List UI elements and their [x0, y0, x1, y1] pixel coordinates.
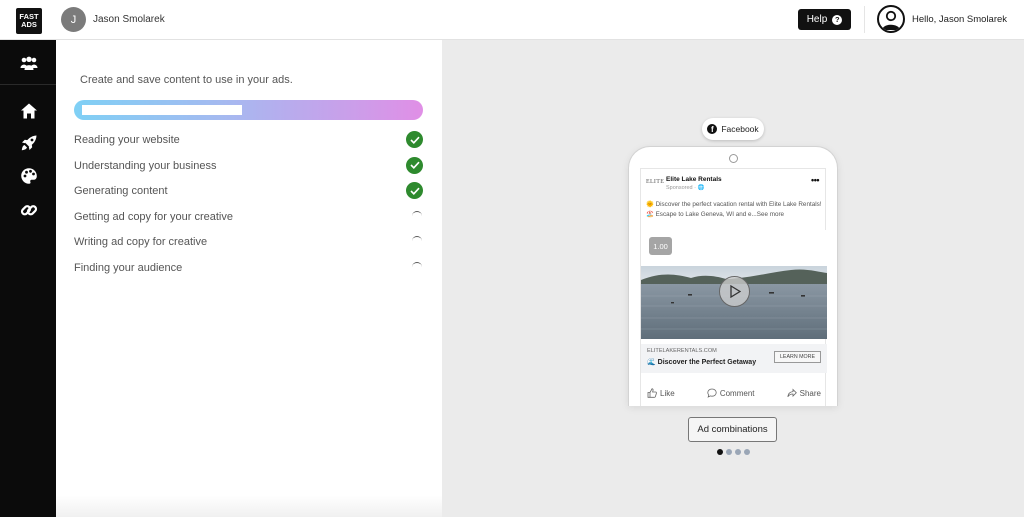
link-preview[interactable]: ELITELAKERENTALS.COM 🌊 Discover the Perf…: [641, 344, 827, 373]
pagination-dot[interactable]: [717, 449, 723, 455]
step-understanding-business: Understanding your business: [74, 156, 424, 182]
user-avatar: J: [61, 7, 86, 32]
share-label: Share: [799, 388, 821, 398]
thumbs-up-icon: [647, 388, 657, 398]
learn-more-button[interactable]: LEARN MORE: [774, 351, 821, 363]
header-divider: [864, 6, 865, 33]
step-label: Finding your audience: [74, 261, 183, 274]
page-name[interactable]: Elite Lake Rentals: [666, 176, 722, 183]
link-headline: 🌊 Discover the Perfect Getaway: [647, 359, 757, 366]
greeting-text: Hello, Jason Smolarek: [912, 13, 1008, 25]
top-bar: FAST ADS J Jason Smolarek Help ? Hello, …: [0, 0, 1024, 40]
team-icon[interactable]: [18, 53, 40, 75]
play-button[interactable]: [719, 276, 750, 307]
step-list: Reading your website Understanding your …: [74, 130, 424, 284]
ad-combinations-button[interactable]: Ad combinations: [688, 417, 777, 442]
more-options-icon[interactable]: •••: [811, 175, 819, 185]
step-label: Understanding your business: [74, 159, 217, 172]
comment-button[interactable]: Comment: [707, 383, 755, 403]
pagination-dot[interactable]: [735, 449, 741, 455]
sidebar-separator: [0, 84, 56, 85]
share-icon: [787, 388, 797, 398]
phone-camera: [729, 154, 738, 163]
step-getting-ad-copy: Getting ad copy for your creative: [74, 207, 424, 233]
post-body: 🌞 Discover the perfect vacation rental w…: [646, 201, 822, 218]
ad-preview-panel: f Facebook ELITE Elite Lake Rentals Spon…: [442, 40, 1024, 517]
pagination-dot[interactable]: [744, 449, 750, 455]
step-label: Generating content: [74, 185, 168, 198]
help-label: Help: [806, 14, 828, 25]
phone-mockup: ELITE Elite Lake Rentals Sponsored · 🌐 •…: [628, 146, 838, 406]
loading-spinner-icon: [412, 261, 422, 272]
step-generating-content: Generating content: [74, 181, 424, 207]
step-label: Writing ad copy for creative: [74, 236, 208, 249]
like-button[interactable]: Like: [647, 383, 675, 403]
panel-bottom-shade: [56, 495, 442, 517]
progress-bar-fill: [82, 105, 242, 115]
help-icon: ?: [832, 14, 843, 25]
pagination-dot[interactable]: [726, 449, 732, 455]
intro-text: Create and save content to use in your a…: [80, 74, 293, 86]
sponsored-label: Sponsored · 🌐: [666, 185, 705, 191]
carousel-pagination: [717, 449, 750, 455]
comment-label: Comment: [719, 388, 755, 398]
video-media[interactable]: 1.00: [641, 230, 827, 339]
step-label: Getting ad copy for your creative: [74, 210, 233, 223]
fast-ads-logo[interactable]: FAST ADS: [16, 8, 42, 34]
progress-bar: [74, 100, 423, 120]
step-finding-audience: Finding your audience: [74, 258, 424, 284]
palette-icon[interactable]: [18, 165, 40, 187]
facebook-post: ELITE Elite Lake Rentals Sponsored · 🌐 •…: [640, 168, 827, 406]
loading-spinner-icon: [412, 236, 422, 246]
video-time-badge: 1.00: [649, 237, 672, 255]
content-progress-panel: Create and save content to use in your a…: [56, 40, 442, 517]
facebook-icon: f: [707, 124, 718, 134]
check-icon: [406, 182, 423, 200]
link-icon[interactable]: [18, 199, 40, 221]
step-writing-ad-copy: Writing ad copy for creative: [74, 232, 424, 258]
check-icon: [406, 131, 423, 148]
check-icon: [406, 156, 423, 174]
profile-avatar-icon: [877, 5, 905, 33]
platform-name: Facebook: [721, 124, 759, 134]
post-actions: Like Comment Share: [641, 383, 827, 403]
page-logo: ELITE: [646, 179, 665, 185]
help-button[interactable]: Help ?: [798, 9, 851, 30]
step-label: Reading your website: [74, 134, 180, 146]
platform-badge[interactable]: f Facebook: [702, 118, 764, 140]
workspace-user[interactable]: J Jason Smolarek: [61, 7, 165, 32]
like-label: Like: [660, 388, 675, 398]
step-reading-website: Reading your website: [74, 130, 424, 156]
loading-spinner-icon: [412, 210, 422, 221]
home-icon[interactable]: [18, 100, 40, 122]
share-button[interactable]: Share: [787, 383, 821, 403]
sidebar: [0, 40, 56, 517]
rocket-icon[interactable]: [18, 132, 40, 154]
link-domain: ELITELAKERENTALS.COM: [647, 348, 717, 354]
comment-icon: [707, 388, 717, 398]
account-menu[interactable]: Hello, Jason Smolarek: [877, 5, 1007, 33]
logo-line-2: ADS: [21, 20, 37, 29]
workspace-user-name: Jason Smolarek: [93, 14, 165, 25]
